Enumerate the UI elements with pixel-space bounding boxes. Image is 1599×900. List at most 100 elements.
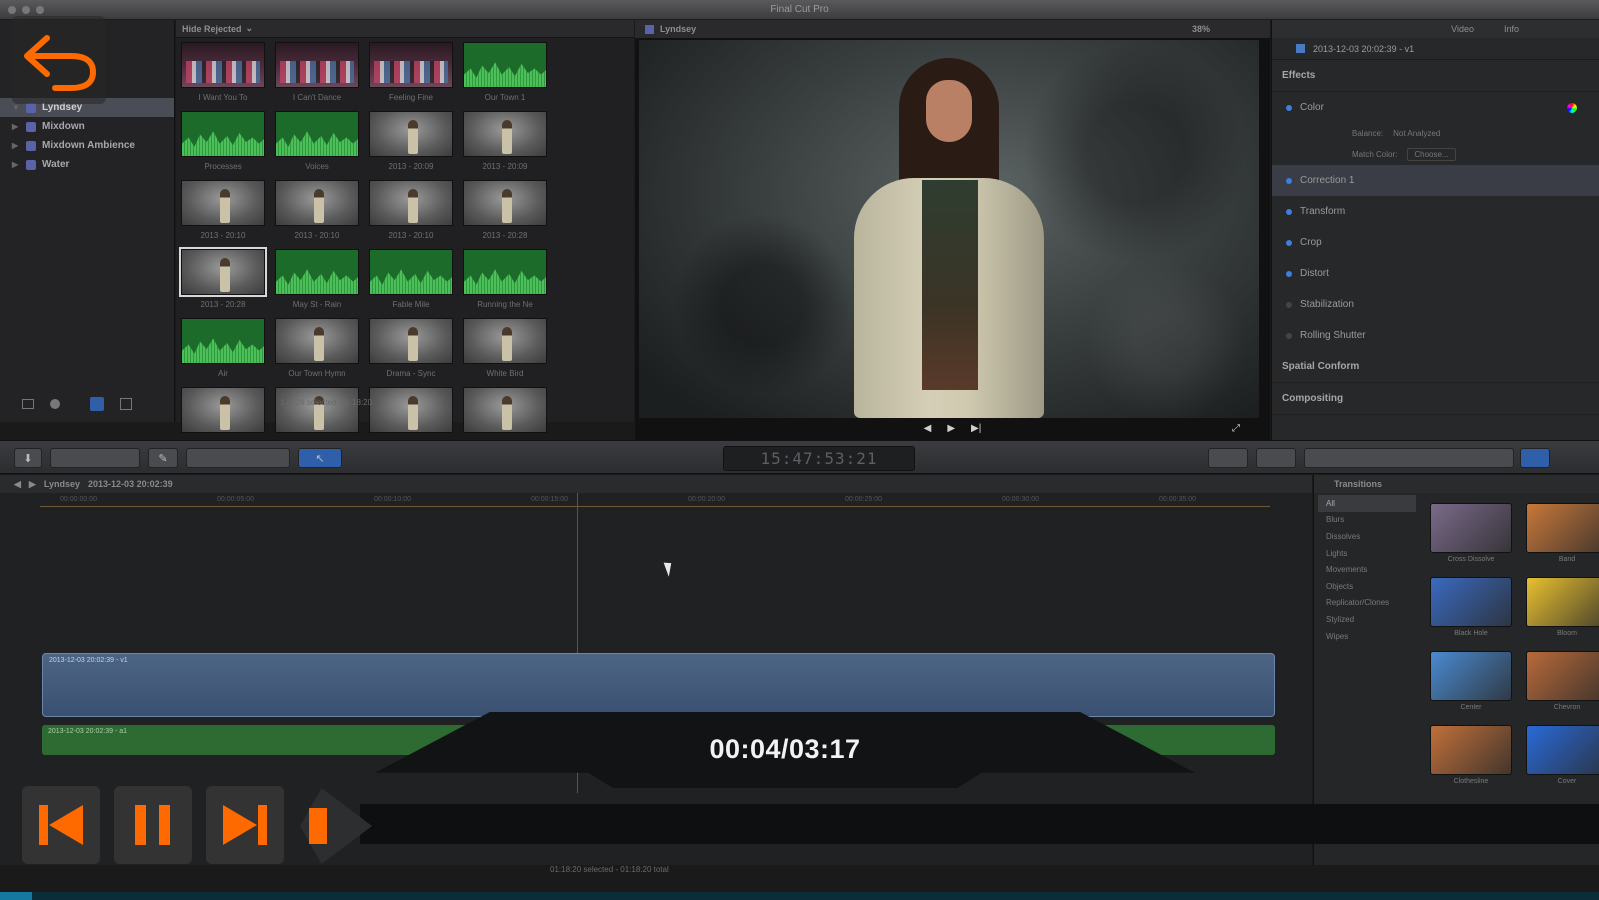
timecode-display[interactable]: 15:47:53:21 <box>723 446 915 471</box>
timeline-ruler[interactable]: 00:00:00:00 00:00:05:00 00:00:10:00 00:00:1… <box>40 493 1270 507</box>
enable-toggle-icon[interactable] <box>1286 177 1292 184</box>
back-history-icon[interactable]: ◀ <box>14 479 21 490</box>
list-view-icon[interactable] <box>22 399 34 409</box>
browser-clip[interactable]: May St - Rain <box>274 249 360 318</box>
compositing-heading[interactable]: Compositing <box>1272 383 1599 415</box>
back-button[interactable] <box>12 16 106 104</box>
enhancements-button[interactable] <box>1208 448 1248 468</box>
library-item-water[interactable]: ▶ Water <box>0 155 174 174</box>
enable-toggle-icon[interactable] <box>1286 208 1292 215</box>
browser-clip[interactable]: 2013 - 20:28 <box>462 180 548 249</box>
zoom-popup[interactable]: 38% <box>1192 24 1210 34</box>
tab-info[interactable]: Info <box>1504 24 1519 34</box>
tab-video[interactable]: Video <box>1451 24 1474 34</box>
browser-clip[interactable]: Our Town 1 <box>462 42 548 111</box>
browser-clip[interactable]: 2013 - 20:09 <box>368 111 454 180</box>
transition-category[interactable]: Lights <box>1318 545 1416 562</box>
grid-view-icon[interactable] <box>120 398 132 410</box>
video-clip[interactable]: 2013-12-03 20:02:39 - v1 <box>42 653 1275 717</box>
disclosure-icon[interactable]: ▶ <box>12 160 20 169</box>
clip-appearance-icon[interactable] <box>50 399 60 409</box>
enable-toggle-icon[interactable] <box>1286 332 1292 339</box>
effect-row-correction[interactable]: Correction 1 <box>1272 165 1599 196</box>
skip-forward-button[interactable] <box>206 786 284 864</box>
disclosure-icon[interactable]: ▶ <box>12 141 20 150</box>
transition-item[interactable]: Band <box>1522 503 1599 577</box>
media-browser-buttons[interactable] <box>1304 448 1514 468</box>
browser-clip[interactable]: Drama - Sync <box>368 318 454 387</box>
browser-clip[interactable]: Air <box>180 318 266 387</box>
library-controls[interactable] <box>50 448 140 468</box>
transition-category[interactable]: Blurs <box>1318 512 1416 529</box>
transition-category[interactable]: Replicator/Clones <box>1318 595 1416 612</box>
effect-row-distort[interactable]: Distort <box>1272 258 1599 289</box>
fullscreen-icon[interactable]: ⤢ <box>1232 423 1240 434</box>
library-item-mixdown[interactable]: ▶ Mixdown <box>0 117 174 136</box>
disclosure-icon[interactable]: ▼ <box>12 103 20 112</box>
scrubber-handle[interactable] <box>309 808 327 844</box>
next-frame-icon[interactable]: ▶| <box>971 423 981 434</box>
select-tool-button[interactable]: ↖ <box>298 448 342 468</box>
browser-clip[interactable]: 2013 - 20:10 <box>180 180 266 249</box>
forward-history-icon[interactable]: ▶ <box>29 479 36 490</box>
effect-label: Correction 1 <box>1300 175 1355 186</box>
spatial-conform-heading[interactable]: Spatial Conform <box>1272 351 1599 383</box>
keyword-button[interactable]: ✎ <box>148 448 178 468</box>
enable-toggle-icon[interactable] <box>1286 104 1292 111</box>
effect-row-crop[interactable]: Crop <box>1272 227 1599 258</box>
browser-clip[interactable]: 2013 - 20:09 <box>462 111 548 180</box>
browser-clip[interactable]: Our Town Hymn <box>274 318 360 387</box>
browser-clip[interactable]: 2013 - 20:28 <box>179 247 267 318</box>
disclosure-icon[interactable]: ▶ <box>12 122 20 131</box>
transition-category[interactable]: Stylized <box>1318 611 1416 628</box>
filmstrip-view-icon[interactable] <box>90 397 104 411</box>
browser-clip[interactable]: Running the Ne <box>462 249 548 318</box>
play-icon[interactable]: ▶ <box>947 423 955 434</box>
timeline-project[interactable]: Lyndsey <box>44 479 80 489</box>
transition-category[interactable]: Movements <box>1318 561 1416 578</box>
effect-row-transform[interactable]: Transform <box>1272 196 1599 227</box>
filter-popup[interactable]: Hide Rejected <box>182 24 242 34</box>
browser-clip[interactable]: I Want You To <box>180 42 266 111</box>
transition-item[interactable]: Center <box>1426 651 1516 725</box>
enable-toggle-icon[interactable] <box>1286 301 1292 308</box>
browser-clip[interactable]: Feeling Fine <box>368 42 454 111</box>
skip-back-button[interactable] <box>22 786 100 864</box>
import-button[interactable]: ⬇ <box>14 448 42 468</box>
browser-clip[interactable]: 2013 - 20:10 <box>368 180 454 249</box>
transition-category[interactable]: All <box>1318 495 1416 512</box>
transition-category[interactable]: Objects <box>1318 578 1416 595</box>
clip-label: Processes <box>204 162 242 171</box>
color-wheel-icon[interactable] <box>1567 102 1577 113</box>
effect-row-stabilization[interactable]: Stabilization <box>1272 289 1599 320</box>
enable-toggle-icon[interactable] <box>1286 239 1292 246</box>
effect-row-rolling-shutter[interactable]: Rolling Shutter <box>1272 320 1599 351</box>
enable-toggle-icon[interactable] <box>1286 270 1292 277</box>
browser-clip[interactable]: Fable Mile <box>368 249 454 318</box>
transition-category[interactable]: Wipes <box>1318 628 1416 645</box>
video-frame[interactable] <box>639 40 1259 418</box>
transitions-browser-button[interactable] <box>1520 448 1550 468</box>
retime-button[interactable] <box>1256 448 1296 468</box>
transition-item[interactable]: Bloom <box>1522 577 1599 651</box>
progress-track[interactable] <box>0 892 1599 900</box>
match-color-button[interactable]: Choose... <box>1407 148 1456 161</box>
browser-clip[interactable]: 2013 - 20:10 <box>274 180 360 249</box>
browser-clip[interactable]: I Can't Dance <box>274 42 360 111</box>
browser-clip[interactable]: Voices <box>274 111 360 180</box>
timeline-clip-name[interactable]: 2013-12-03 20:02:39 <box>88 479 173 489</box>
effect-row-color[interactable]: Color <box>1272 92 1599 123</box>
pause-button[interactable] <box>114 786 192 864</box>
edit-buttons[interactable] <box>186 448 290 468</box>
transition-item[interactable]: Chevron <box>1522 651 1599 725</box>
transition-item[interactable]: Cross Dissolve <box>1426 503 1516 577</box>
browser-clip[interactable]: Processes <box>180 111 266 180</box>
transition-category[interactable]: Dissolves <box>1318 528 1416 545</box>
transition-label: Black Hole <box>1454 630 1488 637</box>
transition-item[interactable]: Black Hole <box>1426 577 1516 651</box>
clip-thumbnail <box>181 42 265 88</box>
chevron-down-icon[interactable]: ⌄ <box>246 23 254 34</box>
browser-clip[interactable]: White Bird <box>462 318 548 387</box>
prev-frame-icon[interactable]: ◀ <box>924 423 932 434</box>
library-item-mixdown-ambience[interactable]: ▶ Mixdown Ambience <box>0 136 174 155</box>
